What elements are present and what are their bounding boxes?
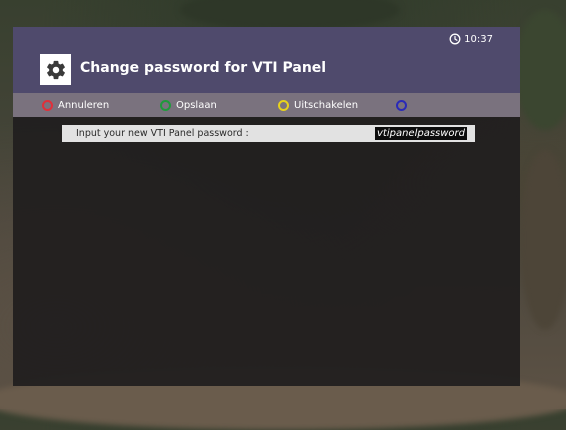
yellow-button-icon: [278, 99, 289, 111]
clock-time: 10:37: [464, 33, 493, 45]
clock-icon: [449, 33, 461, 45]
password-config-row[interactable]: Input your new VTI Panel password : vtip…: [62, 125, 475, 142]
yellow-key-label: Uitschakelen: [294, 99, 359, 111]
settings-icon-box: [40, 54, 71, 85]
red-key-cancel[interactable]: Annuleren: [42, 93, 109, 117]
green-button-icon: [160, 99, 171, 111]
page-title: Change password for VTI Panel: [80, 60, 327, 76]
gear-icon: [46, 60, 65, 79]
red-key-label: Annuleren: [58, 99, 110, 111]
blue-key[interactable]: [396, 93, 412, 117]
background-foliage: [515, 10, 566, 130]
clock: 10:37: [449, 33, 493, 45]
settings-dialog: 10:37 Change password for VTI Panel Annu…: [13, 27, 520, 386]
yellow-key-disable[interactable]: Uitschakelen: [278, 93, 358, 117]
green-key-save[interactable]: Opslaan: [160, 93, 217, 117]
dialog-header: 10:37 Change password for VTI Panel: [13, 27, 520, 93]
blue-button-icon: [396, 99, 407, 111]
background-foliage: [520, 150, 566, 330]
password-label: Input your new VTI Panel password :: [76, 128, 249, 139]
green-key-label: Opslaan: [176, 99, 217, 111]
red-button-icon: [42, 99, 53, 111]
color-key-bar: Annuleren Opslaan Uitschakelen: [13, 93, 520, 117]
password-input[interactable]: vtipanelpassword: [374, 127, 467, 140]
